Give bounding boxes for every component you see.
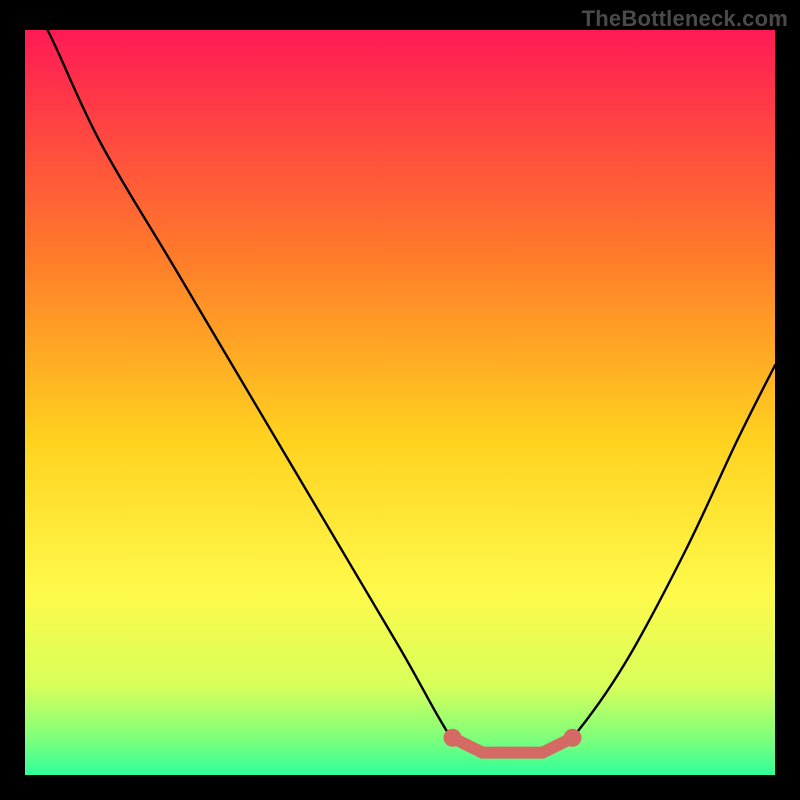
chart-svg (25, 30, 775, 775)
marker-dot (492, 747, 504, 759)
marker-dot (462, 739, 474, 751)
marker-dot (477, 747, 489, 759)
chart-frame: TheBottleneck.com (0, 0, 800, 800)
watermark-text: TheBottleneck.com (582, 6, 788, 32)
plot-area (25, 30, 775, 775)
marker-dot (444, 729, 462, 747)
marker-dot (522, 747, 534, 759)
marker-dot (537, 747, 549, 759)
gradient-background (25, 30, 775, 775)
marker-dot (564, 729, 582, 747)
marker-dot (507, 747, 519, 759)
marker-dot (552, 739, 564, 751)
